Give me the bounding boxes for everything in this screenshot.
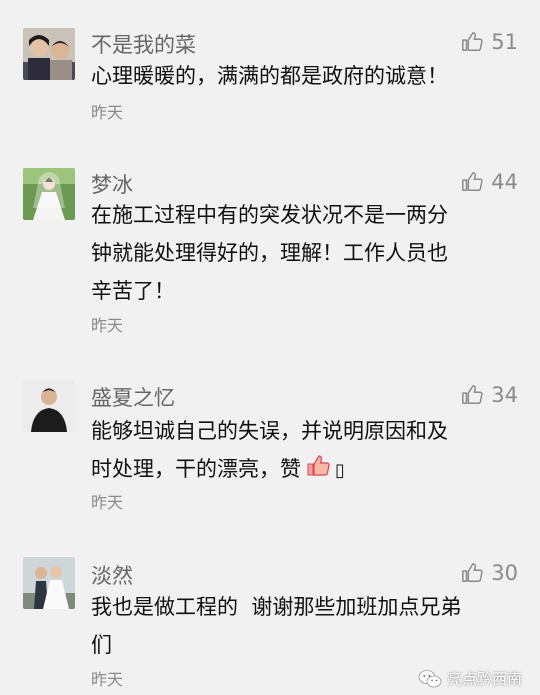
wedding-photo-avatar: [23, 168, 75, 220]
like-button[interactable]: 51: [461, 30, 518, 54]
comment-line-text: 时处理，干的漂亮，赞: [91, 457, 301, 481]
comment-line: 心理暖暖的，满满的都是政府的诚意！: [91, 64, 448, 88]
like-button[interactable]: 30: [461, 561, 518, 585]
comment-time: 昨天: [91, 670, 124, 689]
wedding-couple-avatar: [23, 557, 75, 609]
username[interactable]: 梦冰: [91, 169, 133, 199]
couple-photo-avatar: [23, 28, 75, 80]
comment-text: 心理暖暖的，满满的都是政府的诚意！: [91, 57, 511, 95]
comment-line: 在施工过程中有的突发状况不是一两分: [91, 203, 448, 227]
comment-line: 们: [91, 633, 112, 657]
username[interactable]: 淡然: [91, 560, 133, 590]
comment-line: 辛苦了！: [91, 279, 175, 303]
watermark: 亮点黔西南: [418, 668, 522, 689]
avatar[interactable]: [23, 168, 75, 220]
comment-line: 钟就能处理得好的，理解！工作人员也: [91, 241, 448, 265]
missing-glyph: ▯: [335, 460, 345, 481]
wechat-logo-icon: [418, 669, 442, 689]
comment-line: 能够坦诚自己的失误，并说明原因和及: [91, 419, 448, 443]
thumbs-up-icon: [461, 384, 483, 406]
comment-time: 昨天: [91, 103, 124, 122]
comment-time: 昨天: [91, 493, 124, 512]
like-count: 51: [491, 30, 518, 54]
like-count: 44: [491, 170, 518, 194]
avatar[interactable]: [23, 557, 75, 609]
like-count: 34: [491, 383, 518, 407]
comment-text: 在施工过程中有的突发状况不是一两分 钟就能处理得好的，理解！工作人员也 辛苦了！: [91, 196, 511, 310]
username[interactable]: 盛夏之忆: [91, 382, 175, 412]
like-count: 30: [491, 561, 518, 585]
like-button[interactable]: 34: [461, 383, 518, 407]
comment-time: 昨天: [91, 316, 124, 335]
thumbs-up-icon: [461, 31, 483, 53]
thumbs-up-icon: [461, 171, 483, 193]
comment-line: 时处理，干的漂亮，赞 ▯: [91, 450, 511, 490]
like-button[interactable]: 44: [461, 170, 518, 194]
thumbs-up-icon: [461, 562, 483, 584]
comment-text: 我也是做工程的 谢谢那些加班加点兄弟 们: [91, 588, 511, 664]
avatar[interactable]: [23, 28, 75, 80]
dark-portrait-avatar: [23, 380, 75, 432]
avatar[interactable]: [23, 380, 75, 432]
thumbs-up-emoji-icon: [305, 451, 331, 489]
watermark-text: 亮点黔西南: [446, 670, 522, 688]
comment-line: 我也是做工程的 谢谢那些加班加点兄弟: [91, 595, 462, 619]
comment-text: 能够坦诚自己的失误，并说明原因和及 时处理，干的漂亮，赞 ▯: [91, 412, 511, 490]
username[interactable]: 不是我的菜: [91, 29, 196, 59]
